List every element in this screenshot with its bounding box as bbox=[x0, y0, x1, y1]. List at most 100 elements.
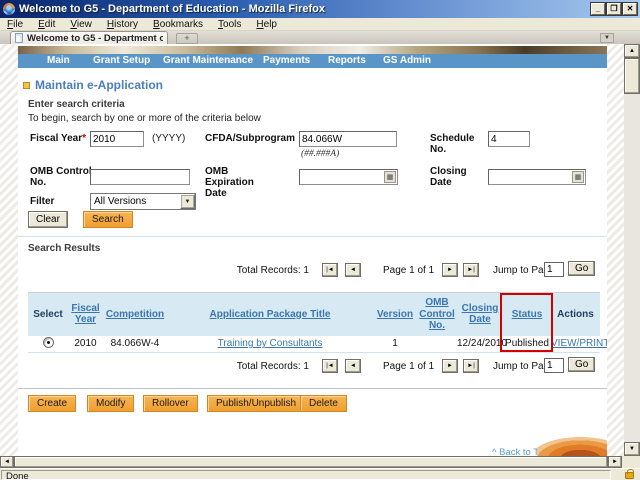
go-button[interactable]: Go bbox=[568, 261, 595, 276]
menu-bar: File Edit View History Bookmarks Tools H… bbox=[0, 18, 640, 31]
cell-closing-date: 12/24/2010 bbox=[457, 336, 503, 353]
minimize-button[interactable]: _ bbox=[591, 3, 605, 15]
vertical-scrollbar[interactable]: ▲ ▼ bbox=[624, 44, 640, 456]
scrollbar-corner bbox=[622, 456, 640, 468]
scroll-up-icon[interactable]: ▲ bbox=[624, 44, 640, 58]
first-page-button[interactable]: |◄ bbox=[322, 263, 338, 277]
last-page-button[interactable]: ►| bbox=[463, 263, 479, 277]
omb-expiration-input[interactable]: ▦ bbox=[299, 169, 398, 185]
cell-fiscal-year: 2010 bbox=[68, 336, 103, 353]
scroll-right-icon[interactable]: ► bbox=[608, 456, 622, 468]
page-viewport: Main Grant Setup Grant Maintenance Payme… bbox=[0, 44, 624, 456]
nav-payments[interactable]: Payments bbox=[263, 54, 310, 68]
next-page-button[interactable]: ► bbox=[442, 359, 458, 373]
active-tab[interactable]: Welcome to G5 - Department of Edu... bbox=[10, 31, 168, 44]
search-instructions: To begin, search by one or more of the c… bbox=[28, 113, 261, 124]
search-results-heading: Search Results bbox=[28, 243, 100, 254]
clear-button[interactable]: Clear bbox=[28, 211, 68, 228]
status-panel: Done bbox=[1, 470, 611, 480]
nav-grant-setup[interactable]: Grant Setup bbox=[93, 54, 150, 68]
title-bar: Welcome to G5 - Department of Education … bbox=[0, 0, 640, 18]
bullet-icon bbox=[23, 82, 30, 89]
col-version[interactable]: Version bbox=[373, 293, 417, 336]
schedule-no-input[interactable] bbox=[488, 131, 530, 147]
col-application-package-title[interactable]: Application Package Title bbox=[167, 293, 373, 336]
status-bar: Done bbox=[0, 468, 640, 480]
search-button[interactable]: Search bbox=[83, 211, 133, 228]
scrollbar-thumb[interactable] bbox=[624, 58, 640, 94]
section-divider bbox=[18, 236, 607, 237]
scrollbar-thumb[interactable] bbox=[14, 456, 608, 468]
menu-history[interactable]: History bbox=[107, 19, 138, 30]
nav-reports[interactable]: Reports bbox=[328, 54, 366, 68]
closing-date-label: Closing Date bbox=[430, 166, 482, 188]
total-records: Total Records: 1 bbox=[233, 265, 309, 276]
new-tab-button[interactable]: + bbox=[176, 33, 198, 44]
chevron-down-icon[interactable]: ▼ bbox=[180, 194, 195, 209]
menu-tools[interactable]: Tools bbox=[218, 19, 241, 30]
first-page-button[interactable]: |◄ bbox=[322, 359, 338, 373]
nav-gs-admin[interactable]: GS Admin bbox=[383, 54, 431, 68]
filter-select[interactable]: All Versions ▼ bbox=[90, 193, 196, 210]
page-title: Maintain e-Application bbox=[35, 78, 163, 92]
list-tabs-icon[interactable]: ▼ bbox=[600, 33, 614, 43]
nav-grant-maintenance[interactable]: Grant Maintenance bbox=[163, 54, 253, 68]
col-competition[interactable]: Competition bbox=[103, 293, 167, 336]
menu-file[interactable]: File bbox=[7, 19, 23, 30]
next-page-button[interactable]: ► bbox=[442, 263, 458, 277]
search-criteria-heading: Enter search criteria bbox=[28, 99, 125, 110]
schedule-no-label: Schedule No. bbox=[430, 133, 482, 155]
col-omb-control-no[interactable]: OMB Control No. bbox=[417, 293, 457, 336]
last-page-button[interactable]: ►| bbox=[463, 359, 479, 373]
omb-control-label: OMB Control No. bbox=[30, 166, 92, 188]
modify-button[interactable]: Modify bbox=[87, 395, 134, 412]
publish-unpublish-button[interactable]: Publish/Unpublish bbox=[207, 395, 305, 412]
create-button[interactable]: Create bbox=[28, 395, 76, 412]
col-closing-date[interactable]: Closing Date bbox=[457, 293, 503, 336]
lock-icon bbox=[625, 472, 634, 479]
cell-competition: 84.066W-4 bbox=[103, 336, 167, 353]
horizontal-scrollbar[interactable]: ◄ ► bbox=[0, 456, 622, 468]
col-actions: Actions bbox=[551, 293, 600, 336]
header-banner-image bbox=[18, 46, 607, 54]
prev-page-button[interactable]: ◄ bbox=[345, 359, 361, 373]
calendar-icon[interactable]: ▦ bbox=[572, 171, 584, 183]
page-indicator: Page 1 of 1 bbox=[383, 265, 434, 276]
menu-edit[interactable]: Edit bbox=[38, 19, 55, 30]
jump-to-page-input[interactable] bbox=[544, 358, 564, 373]
nav-main[interactable]: Main bbox=[47, 54, 70, 68]
go-button[interactable]: Go bbox=[568, 357, 595, 372]
menu-bookmarks[interactable]: Bookmarks bbox=[153, 19, 203, 30]
status-column-highlight bbox=[500, 293, 553, 352]
filter-selected-value: All Versions bbox=[91, 196, 180, 207]
fiscal-year-input[interactable] bbox=[90, 131, 144, 147]
cfda-label: CFDA/Subprogram bbox=[205, 133, 295, 144]
view-print-link[interactable]: VIEW/PRINT bbox=[551, 338, 607, 349]
scroll-left-icon[interactable]: ◄ bbox=[0, 456, 14, 468]
delete-button[interactable]: Delete bbox=[300, 395, 347, 412]
fiscal-year-label: Fiscal Year* bbox=[30, 133, 86, 144]
window-title: Welcome to G5 - Department of Education … bbox=[19, 3, 591, 15]
jump-to-page-input[interactable] bbox=[544, 262, 564, 277]
section-divider bbox=[18, 388, 607, 389]
content-panel: Main Grant Setup Grant Maintenance Payme… bbox=[18, 44, 607, 456]
close-button[interactable]: ✕ bbox=[623, 3, 637, 15]
menu-help[interactable]: Help bbox=[256, 19, 277, 30]
closing-date-input[interactable]: ▦ bbox=[488, 169, 586, 185]
cell-omb-control bbox=[417, 336, 457, 353]
application-package-link[interactable]: Training by Consultants bbox=[218, 338, 323, 349]
decorative-footer-image bbox=[537, 436, 607, 456]
maximize-button[interactable]: ❐ bbox=[607, 3, 621, 15]
tab-bar: Welcome to G5 - Department of Edu... + ▼ bbox=[0, 31, 640, 44]
required-mark: * bbox=[82, 133, 86, 144]
prev-page-button[interactable]: ◄ bbox=[345, 263, 361, 277]
scroll-down-icon[interactable]: ▼ bbox=[624, 442, 640, 456]
menu-view[interactable]: View bbox=[70, 19, 92, 30]
col-fiscal-year[interactable]: Fiscal Year bbox=[68, 293, 103, 336]
calendar-icon[interactable]: ▦ bbox=[384, 171, 396, 183]
cfda-input[interactable] bbox=[299, 131, 397, 147]
rollover-button[interactable]: Rollover bbox=[143, 395, 198, 412]
select-radio[interactable] bbox=[43, 337, 54, 348]
cfda-hint: (##.###A) bbox=[301, 149, 339, 159]
omb-control-input[interactable] bbox=[90, 169, 190, 185]
